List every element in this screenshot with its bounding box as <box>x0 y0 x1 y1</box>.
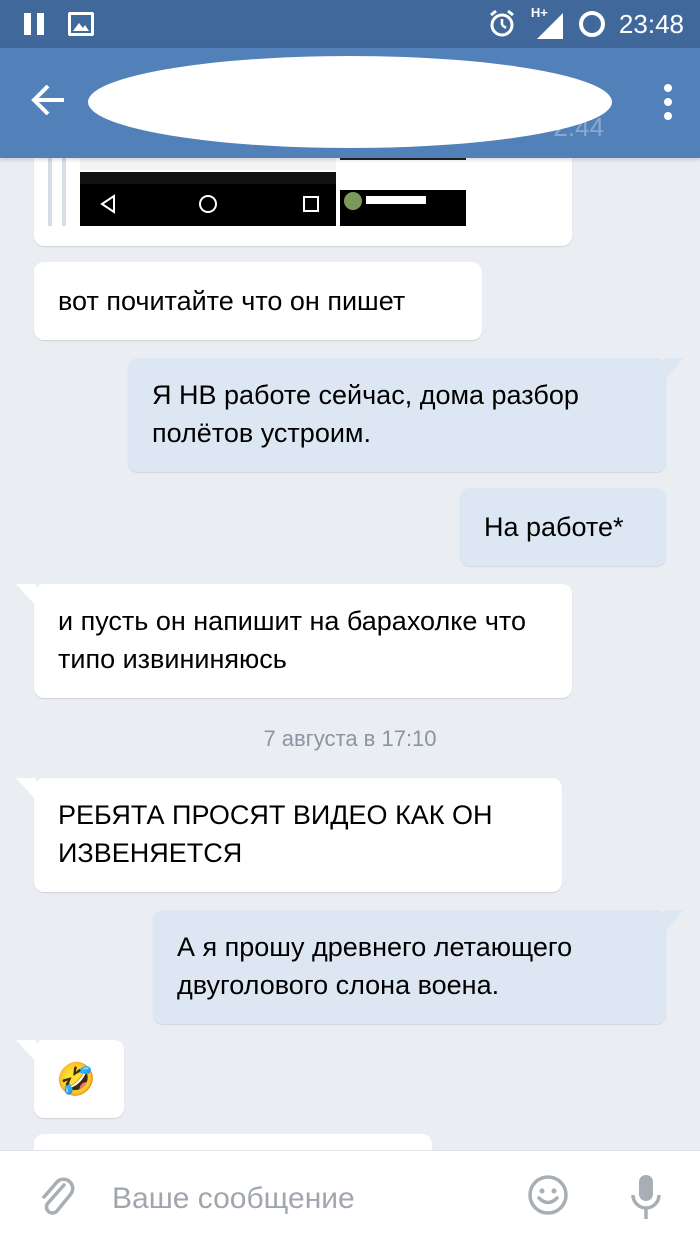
attach-paperclip-icon[interactable] <box>34 1175 80 1221</box>
battery-ring-icon <box>578 11 605 37</box>
message-text: и пусть он напишит на барахолке что типо… <box>58 606 526 674</box>
message-text: На работе* <box>484 512 624 542</box>
status-bar: H+ 23:48 <box>0 0 700 48</box>
clock: 23:48 <box>618 8 684 39</box>
message-incoming[interactable]: и пусть он напишит на барахолке что типо… <box>16 584 572 698</box>
message-text: РЕБЯТА ПРОСЯТ ВИДЕО КАК ОН ИЗВЕНЯЕТСЯ <box>58 800 493 868</box>
microphone-icon[interactable] <box>628 1171 664 1223</box>
alarm-icon <box>489 9 514 37</box>
message-outgoing[interactable]: А я прошу древнего летающего двуголового… <box>153 910 684 1024</box>
message-text: вот почитайте что он пишет <box>58 286 406 316</box>
chat-header: 2.44 <box>0 48 700 158</box>
message-incoming[interactable]: РЕБЯТА ПРОСЯТ ВИДЕО КАК ОН ИЗВЕНЯЕТСЯ <box>16 778 562 892</box>
message-text: А я прошу древнего летающего двуголового… <box>177 932 573 1000</box>
emoji-smile-icon[interactable] <box>526 1173 570 1217</box>
message-outgoing[interactable]: Я НВ работе сейчас, дома разбор полётов … <box>128 358 684 472</box>
screenshot-thumbnail-2[interactable] <box>340 158 466 226</box>
message-incoming-partial[interactable] <box>34 1134 432 1150</box>
rofl-emoji-icon: 🤣 <box>56 1061 96 1097</box>
more-options-icon[interactable] <box>662 84 674 124</box>
signal-icon: H+ <box>531 5 565 39</box>
message-list[interactable]: вот почитайте что он пишет Я НВ работе с… <box>0 158 700 1150</box>
pause-icon <box>24 13 46 35</box>
image-notification-icon <box>68 12 94 36</box>
message-incoming-emoji[interactable]: 🤣 <box>16 1040 124 1118</box>
message-input[interactable] <box>112 1175 492 1223</box>
message-text: Я НВ работе сейчас, дома разбор полётов … <box>152 380 579 448</box>
message-outgoing[interactable]: На работе* <box>460 488 666 566</box>
back-arrow-icon[interactable] <box>28 80 78 126</box>
message-composer <box>0 1150 700 1244</box>
date-separator: 7 августа в 17:10 <box>263 726 437 751</box>
image-attachment-message[interactable] <box>34 158 572 246</box>
redacted-contact-name[interactable] <box>88 56 612 148</box>
screenshot-thumbnail-1[interactable] <box>80 158 336 226</box>
message-incoming[interactable]: вот почитайте что он пишет <box>34 262 482 340</box>
